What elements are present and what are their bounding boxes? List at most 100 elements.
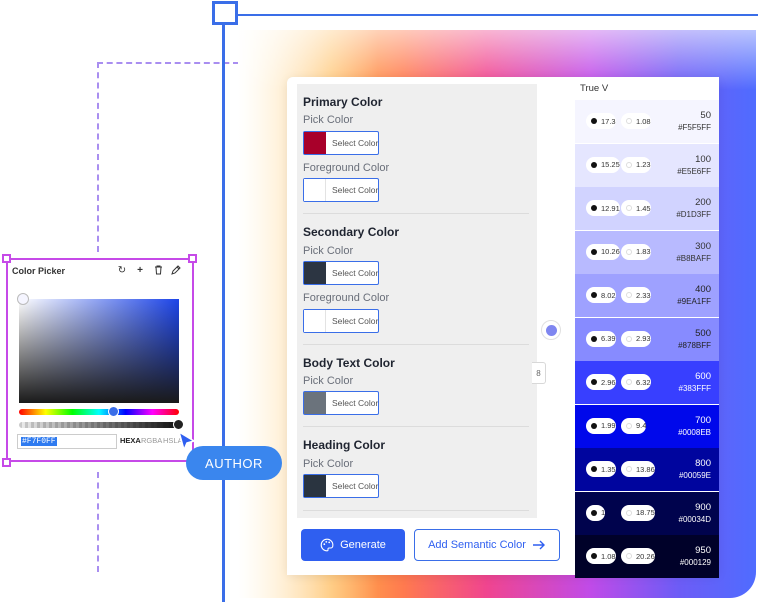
pick-color-label: Pick Color	[303, 375, 354, 387]
generate-button[interactable]: Generate	[301, 529, 405, 561]
contrast-light-chip: 1.45	[621, 200, 651, 216]
palette-shade-row[interactable]: 2.96 6.32 600 #383FFF	[575, 361, 719, 404]
contrast-dark-chip: 1.35	[586, 461, 616, 477]
contrast-dark-value: 1.35	[601, 464, 616, 474]
color-swatch	[304, 132, 326, 154]
color-picker-title: Color Picker	[12, 266, 66, 276]
hex-value: #F7F0FF	[21, 437, 57, 446]
color-settings-panel: Primary Color Pick Color Select Color Fo…	[297, 84, 537, 518]
shade-hex: #000129	[679, 558, 711, 567]
palette-shade-row[interactable]: 1.35 13.86 800 #00059E	[575, 448, 719, 491]
contrast-light-chip: 6.32	[621, 374, 651, 390]
contrast-light-chip: 1.23	[621, 156, 651, 173]
light-dot-icon	[626, 466, 632, 472]
eyedropper-icon[interactable]	[170, 265, 182, 278]
palette-shade-row[interactable]: 12.91 1.45 200 #D1D3FF	[575, 187, 719, 230]
heading-select-color-button[interactable]: Select Color	[303, 474, 379, 498]
body-text-select-color-button[interactable]: Select Color	[303, 391, 379, 415]
contrast-dark-value: 15.25	[601, 160, 620, 169]
palette-shade-row[interactable]: 1.08 20.26 950 #000129	[575, 535, 719, 578]
section-title: Primary Color	[303, 95, 383, 109]
resize-handle[interactable]	[2, 458, 11, 467]
contrast-light-value: 1.83	[636, 247, 651, 256]
dark-dot-icon	[591, 205, 597, 211]
guide-corner-handle[interactable]	[212, 1, 238, 25]
section-title: Heading Color	[303, 438, 386, 452]
dark-dot-icon	[591, 292, 597, 298]
dark-dot-icon	[591, 509, 597, 516]
color-swatch	[304, 475, 326, 497]
shade-number: 700	[695, 414, 711, 426]
contrast-light-value: 13.86	[636, 464, 655, 474]
color-swatch	[304, 392, 326, 414]
add-semantic-color-button[interactable]: Add Semantic Color	[414, 529, 560, 561]
contrast-light-chip: 2.33	[621, 287, 651, 303]
secondary-select-color-button[interactable]: Select Color	[303, 261, 379, 285]
palette-shade-row[interactable]: 6.39 2.93 500 #878BFF	[575, 317, 719, 361]
trash-icon[interactable]	[152, 265, 164, 278]
shade-hex: #00059E	[678, 471, 711, 480]
alpha-slider-knob[interactable]	[173, 419, 184, 430]
saturation-handle[interactable]	[17, 293, 29, 305]
shade-number: 300	[695, 240, 711, 252]
palette-shade-row[interactable]: 10.26 1.83 300 #B8BAFF	[575, 230, 719, 274]
palette-shade-row[interactable]: 8.02 2.33 400 #9EA1FF	[575, 274, 719, 317]
resize-handle[interactable]	[188, 254, 197, 263]
partial-control[interactable]: 8	[532, 362, 546, 384]
generate-label: Generate	[340, 539, 386, 551]
light-dot-icon	[626, 335, 632, 342]
shade-number: 900	[695, 501, 711, 513]
shade-hex: #9EA1FF	[677, 297, 711, 306]
contrast-light-chip: 2.93	[621, 330, 651, 347]
saturation-area[interactable]	[19, 299, 179, 403]
shade-hex: #E5E6FF	[677, 166, 711, 176]
contrast-light-value: 18.75	[636, 508, 655, 517]
hex-input[interactable]: #F7F0FF	[17, 434, 117, 449]
dark-dot-icon	[591, 118, 597, 124]
contrast-light-value: 1.23	[636, 160, 651, 169]
secondary-foreground-select-button[interactable]: Select Color	[303, 309, 379, 333]
contrast-light-chip: 13.86	[621, 461, 655, 477]
color-swatch	[304, 262, 326, 284]
primary-foreground-select-button[interactable]: Select Color	[303, 178, 379, 202]
alpha-slider[interactable]	[19, 422, 179, 428]
contrast-light-chip: 9.4	[621, 417, 647, 434]
contrast-dark-chip: 17.3	[586, 113, 616, 129]
add-icon[interactable]: +	[134, 265, 146, 276]
contrast-dark-chip: 1.99	[586, 417, 616, 434]
hue-slider[interactable]	[19, 409, 179, 415]
shade-hex: #878BFF	[678, 340, 711, 350]
palette-shade-row[interactable]: 15.25 1.23 100 #E5E6FF	[575, 143, 719, 187]
heading-color-section: Heading Color	[303, 438, 529, 452]
section-divider	[303, 344, 529, 345]
button-label: Select Color	[332, 316, 379, 326]
color-swatch	[304, 310, 326, 332]
palette-header: True V	[575, 77, 719, 100]
guide-dashed-vertical-top	[97, 62, 99, 252]
resize-handle[interactable]	[2, 254, 11, 263]
shade-number: 950	[695, 545, 711, 556]
primary-select-color-button[interactable]: Select Color	[303, 131, 379, 155]
foreground-color-label: Foreground Color	[303, 162, 390, 174]
shade-number: 100	[695, 153, 711, 165]
contrast-dark-chip: 1.08	[586, 548, 616, 564]
pick-color-label: Pick Color	[303, 114, 354, 126]
contrast-dark-value: 8.02	[601, 290, 616, 300]
hue-slider-knob[interactable]	[107, 406, 119, 417]
mode-hexa-tab[interactable]: HEXA	[120, 436, 141, 445]
light-dot-icon	[626, 553, 632, 559]
mode-rgba-tab[interactable]: RGBA	[141, 436, 162, 445]
shade-hex: #00034D	[678, 514, 711, 524]
palette-shade-row[interactable]: 17.3 1.08 50 #F5F5FF	[575, 100, 719, 143]
contrast-light-chip: 18.75	[621, 504, 655, 521]
color-dot-toggle[interactable]	[541, 320, 561, 340]
shade-hex: #F5F5FF	[678, 123, 711, 132]
guide-dashed-horizontal	[97, 62, 239, 64]
palette-shade-row[interactable]: 1.99 9.4 700 #0008EB	[575, 404, 719, 448]
reset-icon[interactable]: ↻	[116, 265, 128, 276]
contrast-dark-chip: 10.26	[586, 243, 620, 260]
light-dot-icon	[626, 509, 632, 516]
section-divider	[303, 510, 529, 511]
button-label: Select Color	[332, 398, 379, 408]
palette-shade-row[interactable]: 1 18.75 900 #00034D	[575, 491, 719, 535]
